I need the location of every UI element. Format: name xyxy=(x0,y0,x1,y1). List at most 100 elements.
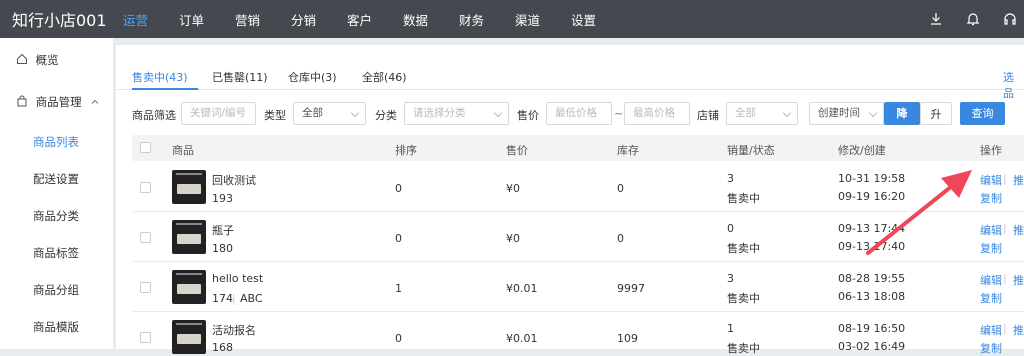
sort-value: 0 xyxy=(395,232,402,245)
nav-distribution[interactable]: 分销 xyxy=(291,10,347,29)
product-name[interactable]: 回收测试 xyxy=(212,172,256,188)
headset-icon[interactable] xyxy=(1002,11,1018,27)
sidebar-item-overview[interactable]: 概览 xyxy=(16,52,129,68)
price-value: ¥0 xyxy=(506,232,520,245)
edit-link[interactable]: 编辑 xyxy=(980,272,1002,288)
top-navbar: 知行小店001 运营 订单 营销 分销 客户 数据 财务 渠道 设置 xyxy=(0,0,1024,38)
product-thumbnail[interactable] xyxy=(172,270,206,304)
row-checkbox[interactable] xyxy=(140,332,151,343)
row-divider xyxy=(132,261,1024,262)
home-icon xyxy=(17,53,27,64)
bell-icon[interactable] xyxy=(965,11,981,27)
nav-marketing[interactable]: 营销 xyxy=(235,10,291,29)
promote-link[interactable]: 推 xyxy=(1013,172,1024,188)
store-name[interactable]: 知行小店001 xyxy=(0,7,123,31)
action-divider: | xyxy=(1003,322,1007,335)
status-text: 售卖中 xyxy=(727,192,760,205)
stock-value: 0 xyxy=(617,182,624,195)
status-text: 售卖中 xyxy=(727,292,760,305)
sales-count: 1 xyxy=(727,322,734,335)
nav-finance[interactable]: 财务 xyxy=(459,10,515,29)
product-id: 168 xyxy=(212,341,233,354)
store-select[interactable]: 全部 xyxy=(726,102,798,125)
select-goods-link[interactable]: 选品 xyxy=(1003,69,1024,101)
tab-all[interactable]: 全部(46) xyxy=(362,69,407,85)
price-value: ¥0.01 xyxy=(506,282,538,295)
tab-sold-out[interactable]: 已售罄(11) xyxy=(212,69,268,85)
product-name[interactable]: hello test xyxy=(212,272,263,285)
sort-asc-button[interactable]: 升 xyxy=(920,102,952,125)
edit-link[interactable]: 编辑 xyxy=(980,322,1002,338)
stock-value: 0 xyxy=(617,232,624,245)
promote-link[interactable]: 推 xyxy=(1013,322,1024,338)
query-button[interactable]: 查询 xyxy=(960,102,1005,125)
type-select[interactable]: 全部 xyxy=(293,102,366,125)
created-time: 09-19 16:20 xyxy=(838,190,906,203)
modified-time: 09-13 17:44 xyxy=(838,222,906,235)
price-range-tilde: ~ xyxy=(614,107,624,120)
download-icon[interactable] xyxy=(928,11,944,27)
active-tab-underline xyxy=(132,88,198,90)
tab-warehouse[interactable]: 仓库中(3) xyxy=(288,69,337,85)
sales-count: 3 xyxy=(727,272,734,285)
product-id: 180 xyxy=(212,242,233,255)
col-actions: 操作 xyxy=(980,144,1002,157)
sort-desc-button[interactable]: 降 xyxy=(884,102,920,125)
min-price-input[interactable]: 最低价格 xyxy=(546,102,612,125)
row-checkbox[interactable] xyxy=(140,182,151,193)
action-divider: | xyxy=(1003,172,1007,185)
nav-operations[interactable]: 运营 xyxy=(123,10,179,29)
product-thumbnail[interactable] xyxy=(172,170,206,204)
keyword-input[interactable]: 关键词/编号 xyxy=(181,102,256,125)
sales-count: 0 xyxy=(727,222,734,235)
tab-on-sale[interactable]: 售卖中(43) xyxy=(132,69,188,85)
nav-settings[interactable]: 设置 xyxy=(571,10,627,29)
sales-count: 3 xyxy=(727,172,734,185)
copy-link[interactable]: 复制 xyxy=(980,290,1002,306)
copy-link[interactable]: 复制 xyxy=(980,340,1002,356)
type-select-value: 全部 xyxy=(302,107,323,119)
status-tabs: 售卖中(43) 已售罄(11) 仓库中(3) 全部(46) 选品 xyxy=(116,45,1024,100)
col-order: 排序 xyxy=(395,144,417,157)
nav-orders[interactable]: 订单 xyxy=(179,10,235,29)
copy-link[interactable]: 复制 xyxy=(980,240,1002,256)
copy-link[interactable]: 复制 xyxy=(980,190,1002,206)
promote-link[interactable]: 推 xyxy=(1013,222,1024,238)
created-time: 06-13 18:08 xyxy=(838,290,906,303)
product-name[interactable]: 瓶子 xyxy=(212,222,234,238)
status-text: 售卖中 xyxy=(727,342,760,355)
product-code: ABC xyxy=(240,292,263,305)
sort-field-value: 创建时间 xyxy=(818,107,860,119)
created-time: 09-13 17:40 xyxy=(838,240,906,253)
product-thumbnail[interactable] xyxy=(172,220,206,254)
category-select-placeholder: 请选择分类 xyxy=(413,107,466,119)
nav-data[interactable]: 数据 xyxy=(403,10,459,29)
category-label: 分类 xyxy=(375,109,397,122)
action-divider: | xyxy=(1003,272,1007,285)
row-checkbox[interactable] xyxy=(140,232,151,243)
promote-link[interactable]: 推 xyxy=(1013,272,1024,288)
store-select-value: 全部 xyxy=(735,107,756,119)
category-select[interactable]: 请选择分类 xyxy=(404,102,509,125)
modified-time: 08-19 16:50 xyxy=(838,322,906,335)
edit-link[interactable]: 编辑 xyxy=(980,172,1002,188)
nav-customers[interactable]: 客户 xyxy=(347,10,403,29)
sort-field-select[interactable]: 创建时间 xyxy=(809,102,884,125)
max-price-input[interactable]: 最高价格 xyxy=(624,102,690,125)
col-price: 售价 xyxy=(506,144,528,157)
main-nav: 运营 订单 营销 分销 客户 数据 财务 渠道 设置 xyxy=(123,10,627,29)
col-goods: 商品 xyxy=(172,144,194,157)
edit-link[interactable]: 编辑 xyxy=(980,222,1002,238)
product-name[interactable]: 活动报名 xyxy=(212,322,256,338)
row-checkbox[interactable] xyxy=(140,282,151,293)
product-id: 193 xyxy=(212,192,233,205)
created-time: 03-02 16:49 xyxy=(838,340,906,353)
price-label: 售价 xyxy=(517,109,539,122)
main-panel: 售卖中(43) 已售罄(11) 仓库中(3) 全部(46) 选品 商品筛选 关键… xyxy=(116,45,1024,355)
stock-value: 9997 xyxy=(617,282,645,295)
sidebar-group-goods[interactable]: 商品管理 xyxy=(16,94,129,110)
sidebar-group-label: 商品管理 xyxy=(35,95,82,109)
sort-value: 0 xyxy=(395,182,402,195)
nav-channels[interactable]: 渠道 xyxy=(515,10,571,29)
select-all-checkbox[interactable] xyxy=(140,142,151,153)
